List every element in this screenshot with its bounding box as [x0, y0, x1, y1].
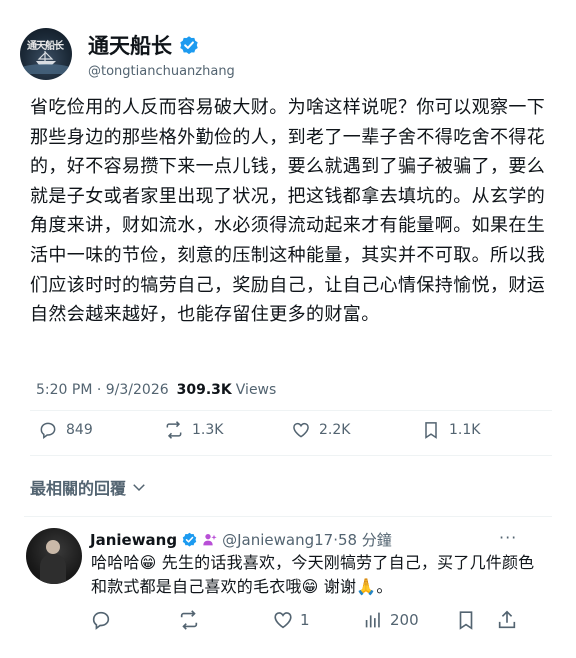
replies-sort-dropdown[interactable]: 最相關的回覆	[30, 475, 148, 499]
reply-button[interactable]: 849	[38, 420, 93, 440]
repost-icon	[180, 610, 198, 630]
divider	[24, 516, 552, 517]
author-handle[interactable]: @tongtianchuanzhang	[88, 64, 235, 79]
reply-text-part: 哈哈哈	[91, 553, 140, 572]
wave-decoration	[20, 64, 72, 74]
views-label: Views	[235, 382, 277, 398]
repost-button[interactable]: 1.3K	[164, 420, 223, 440]
pray-emoji-icon: 🙏	[356, 577, 377, 596]
reply-reply-button[interactable]	[90, 609, 112, 631]
bookmark-count: 1.1K	[449, 422, 481, 438]
reply-text-part: 谢谢	[318, 577, 357, 596]
heart-icon	[274, 612, 292, 629]
divider	[30, 410, 552, 411]
like-button[interactable]: 2.2K	[291, 420, 350, 440]
reply-text-part: 。	[376, 577, 393, 596]
share-icon	[498, 610, 516, 629]
author-avatar[interactable]: 通天船长	[20, 28, 72, 80]
replies-sort-label: 最相關的回覆	[30, 479, 127, 498]
reply-views-count: 200	[390, 611, 419, 629]
repost-icon	[166, 421, 182, 439]
verified-badge-icon[interactable]	[178, 34, 200, 56]
reply-avatar[interactable]	[26, 528, 82, 584]
reply-views-button[interactable]: 200	[362, 609, 419, 631]
avatar-figure-body	[40, 554, 66, 584]
reply-repost-button[interactable]	[178, 609, 200, 631]
grin-emoji-icon: 😁	[301, 577, 319, 596]
reply-icon	[40, 422, 56, 439]
reply-bookmark-button[interactable]	[455, 609, 477, 631]
author-display-name[interactable]: 通天船长	[88, 30, 172, 60]
verified-badge-icon[interactable]	[181, 531, 198, 548]
reply-author-name[interactable]: Janiewang	[90, 531, 177, 549]
heart-icon	[293, 422, 309, 438]
post-meta: 5:20 PM · 9/3/2026 309.3K Views	[36, 382, 276, 398]
reply-header: Janiewang @Janiewang17·58 分鐘	[90, 529, 392, 550]
reply-count: 849	[66, 422, 93, 438]
more-options-icon[interactable]: ···	[499, 528, 517, 547]
views-count: 309.3K	[176, 382, 232, 398]
avatar-figure-head	[46, 540, 60, 554]
reply-icon	[92, 611, 110, 630]
reply-share-button[interactable]	[496, 609, 518, 631]
reply-text: 哈哈哈😁 先生的话我喜欢，今天刚犒劳了自己，买了几件颜色和款式都是自己喜欢的毛衣…	[91, 551, 541, 599]
like-count: 2.2K	[319, 422, 351, 438]
divider	[30, 455, 552, 456]
reply-like-count: 1	[300, 611, 310, 629]
author-header: 通天船长 通天船长 @tongtianchuanzhang	[20, 26, 235, 82]
reply-handle-time[interactable]: @Janiewang17·58 分鐘	[222, 529, 392, 550]
bookmark-button[interactable]: 1.1K	[421, 420, 480, 440]
analytics-icon	[365, 612, 380, 628]
repost-count: 1.3K	[192, 422, 224, 438]
post-text: 省吃俭用的人反而容易破大财。为啥这样说呢？你可以观察一下那些身边的那些格外勤俭的…	[30, 97, 546, 326]
person-badge-icon	[203, 533, 217, 545]
reply-like-button[interactable]: 1	[272, 609, 310, 631]
bookmark-icon	[459, 611, 473, 630]
chevron-down-icon	[133, 484, 145, 492]
bookmark-icon	[425, 422, 437, 439]
post-timestamp[interactable]: 5:20 PM · 9/3/2026	[36, 382, 169, 398]
grin-emoji-icon: 😁	[139, 553, 157, 572]
